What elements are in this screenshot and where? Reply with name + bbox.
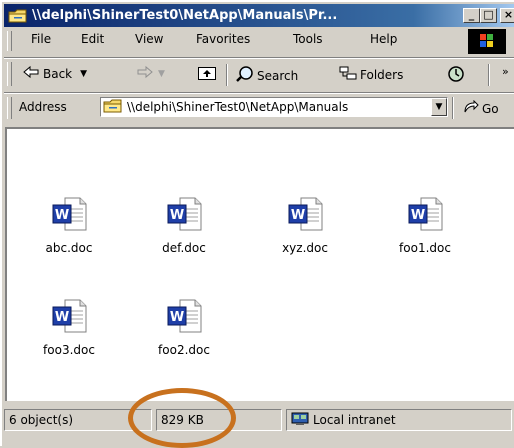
folder-icon	[103, 99, 123, 116]
menu-favorites[interactable]: Favorites	[196, 32, 250, 46]
forward-arrow-icon	[136, 65, 154, 82]
folders-tree-icon	[338, 65, 358, 84]
menu-edit[interactable]: Edit	[81, 32, 104, 46]
explorer-window: \\delphi\ShinerTest0\NetApp\Manuals\Pr..…	[0, 0, 514, 448]
file-name: xyz.doc	[282, 241, 328, 255]
menu-view[interactable]: View	[135, 32, 163, 46]
file-item[interactable]: W xyz.doc	[265, 197, 345, 255]
search-button[interactable]: Search	[235, 65, 298, 86]
toolbar-separator	[452, 97, 454, 119]
address-bar: Address \\delphi\ShinerTest0\NetApp\Manu…	[4, 94, 514, 124]
toolbar-separator	[488, 64, 490, 86]
word-document-icon: W	[407, 197, 443, 231]
history-button[interactable]	[446, 65, 466, 86]
back-arrow-icon	[22, 65, 40, 82]
menu-grip[interactable]	[7, 31, 12, 51]
standard-toolbar: Back ▼ ▼ Search Folders »	[4, 59, 514, 91]
folders-label: Folders	[360, 67, 404, 82]
chevron-down-icon: ▼	[435, 102, 443, 112]
folder-icon	[8, 8, 28, 24]
file-name: abc.doc	[45, 241, 93, 255]
maximize-button[interactable]: □	[480, 8, 497, 23]
svg-text:W: W	[55, 208, 69, 223]
file-list-view[interactable]: W abc.doc W def.doc W xyz.doc W foo1.doc…	[5, 127, 514, 401]
up-folder-button[interactable]	[197, 65, 217, 84]
close-button[interactable]: ×	[500, 8, 514, 23]
toolbar-separator	[226, 64, 228, 86]
file-item[interactable]: W foo2.doc	[144, 299, 224, 357]
status-bar: 6 object(s) 829 KB Local intranet	[4, 406, 514, 448]
back-label: Back	[43, 66, 73, 81]
title-bar[interactable]: \\delphi\ShinerTest0\NetApp\Manuals\Pr..…	[4, 4, 514, 27]
address-dropdown-button[interactable]: ▼	[431, 98, 447, 116]
window-title: \\delphi\ShinerTest0\NetApp\Manuals\Pr..…	[32, 8, 338, 23]
word-document-icon: W	[51, 299, 87, 333]
menu-help[interactable]: Help	[370, 32, 397, 46]
minimize-button[interactable]: _	[463, 8, 480, 23]
go-label: Go	[482, 101, 499, 116]
back-button[interactable]: Back ▼	[22, 65, 87, 82]
svg-text:W: W	[55, 310, 69, 325]
search-label: Search	[257, 68, 299, 83]
file-name: foo2.doc	[158, 343, 210, 357]
folders-button[interactable]: Folders	[338, 65, 403, 84]
menu-tools[interactable]: Tools	[293, 32, 323, 46]
svg-text:W: W	[411, 208, 425, 223]
toolbar-grip[interactable]	[7, 62, 12, 86]
word-document-icon: W	[166, 197, 202, 231]
menu-file[interactable]: File	[31, 32, 51, 46]
address-path: \\delphi\ShinerTest0\NetApp\Manuals	[127, 100, 349, 114]
file-name: foo3.doc	[43, 343, 95, 357]
file-name: foo1.doc	[399, 241, 451, 255]
chevron-down-icon[interactable]: ▼	[158, 69, 165, 79]
chevron-down-icon[interactable]: ▼	[80, 69, 87, 79]
file-item[interactable]: W foo3.doc	[29, 299, 109, 357]
svg-text:W: W	[291, 208, 305, 223]
windows-logo-icon	[468, 29, 506, 54]
toolbar-overflow-button[interactable]: »	[502, 65, 509, 78]
address-grip[interactable]	[7, 97, 12, 119]
go-arrow-icon	[462, 99, 480, 117]
word-document-icon: W	[287, 197, 323, 231]
file-item[interactable]: W foo1.doc	[385, 197, 465, 255]
local-intranet-icon	[291, 412, 309, 429]
svg-text:W: W	[170, 310, 184, 325]
svg-text:W: W	[170, 208, 184, 223]
word-document-icon: W	[51, 197, 87, 231]
status-zone-label: Local intranet	[313, 413, 396, 427]
status-zone: Local intranet	[286, 409, 512, 431]
search-icon	[235, 65, 255, 86]
go-button[interactable]: Go	[462, 99, 499, 117]
file-item[interactable]: W def.doc	[144, 197, 224, 255]
file-name: def.doc	[162, 241, 206, 255]
address-label: Address	[19, 100, 67, 114]
word-document-icon: W	[166, 299, 202, 333]
address-field[interactable]: \\delphi\ShinerTest0\NetApp\Manuals ▼	[100, 97, 448, 117]
history-clock-icon	[446, 65, 466, 86]
menu-bar: File Edit View Favorites Tools Help	[4, 28, 514, 56]
file-item[interactable]: W abc.doc	[29, 197, 109, 255]
forward-button[interactable]: ▼	[136, 65, 165, 82]
highlight-circle	[128, 388, 236, 448]
up-folder-icon	[197, 65, 217, 84]
